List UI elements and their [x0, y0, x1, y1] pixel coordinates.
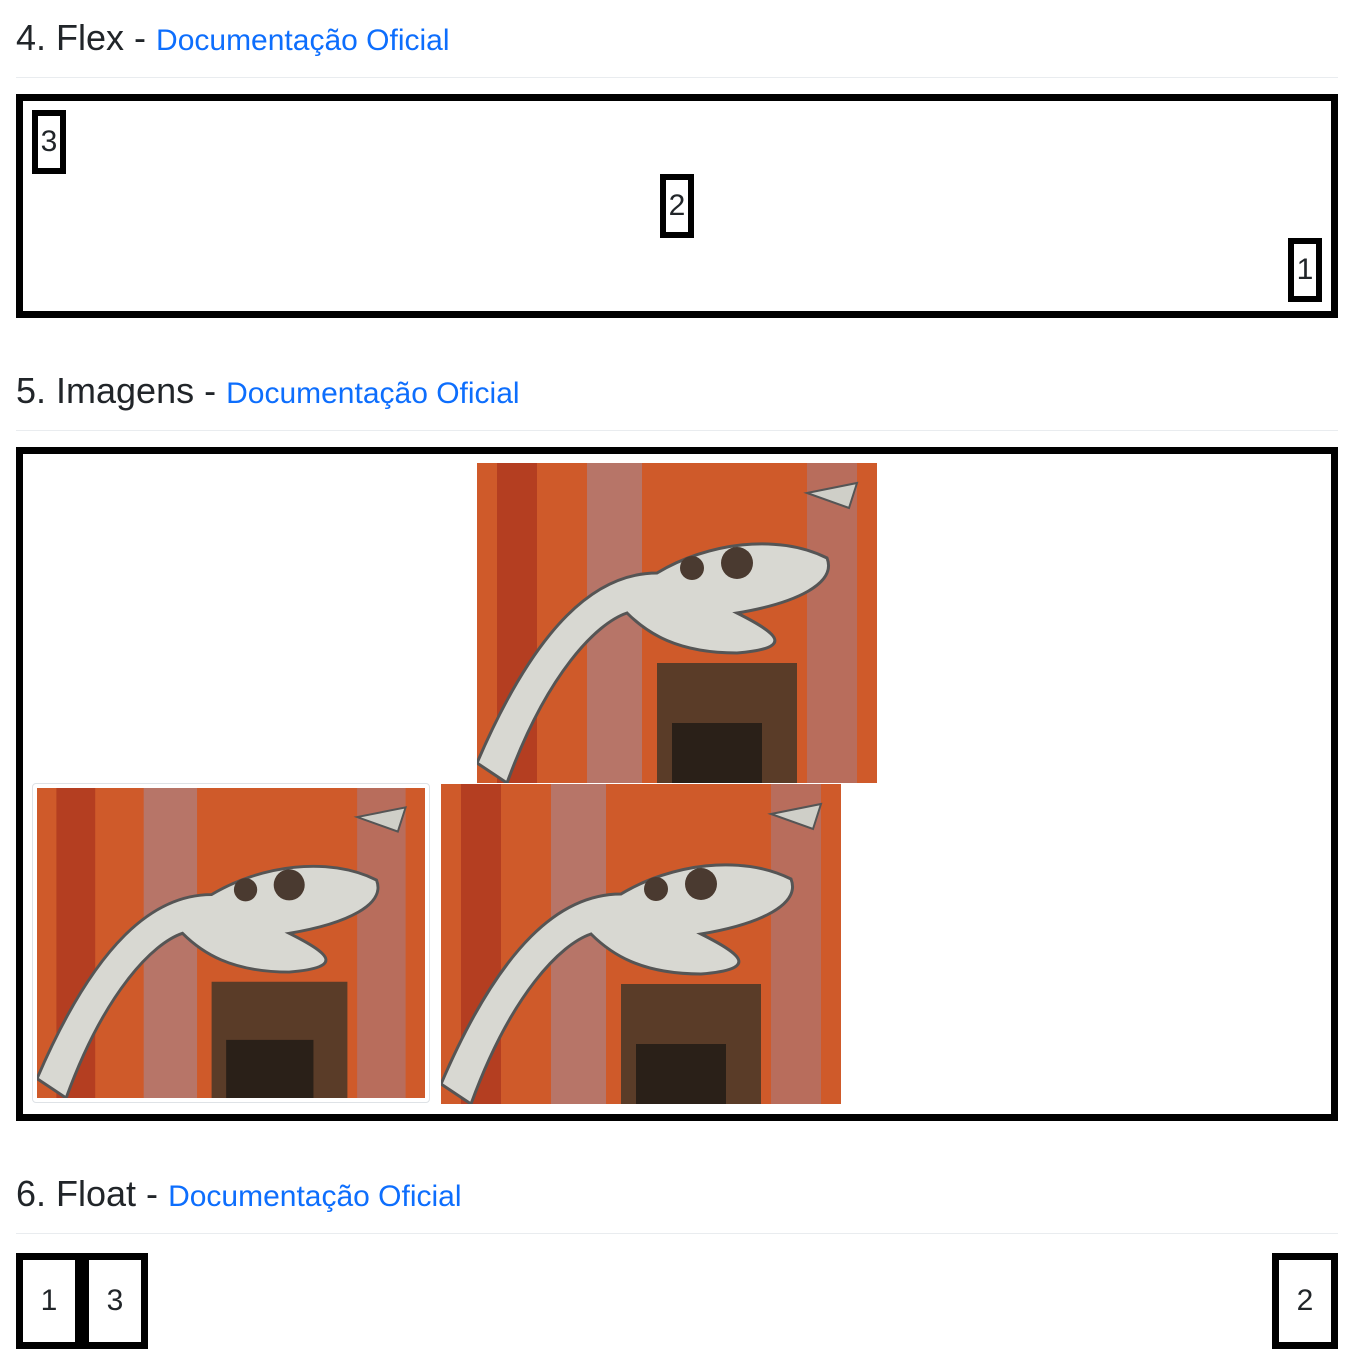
flex-title-text: 4. Flex -	[16, 17, 157, 58]
flex-docs-link[interactable]: Documentação Oficial	[156, 24, 449, 57]
float-item-2: 2	[1272, 1253, 1338, 1349]
dinosaur-image-thumbnail	[32, 783, 430, 1103]
float-container: 1 3 2	[16, 1253, 1338, 1353]
images-section-title: 5. Imagens - Documentação Oficial	[16, 371, 520, 414]
flex-container: 1 2 3	[16, 94, 1338, 318]
float-section-title: 6. Float - Documentação Oficial	[16, 1174, 462, 1217]
dinosaur-thumbnail-photo	[37, 788, 425, 1098]
images-title-text: 5. Imagens -	[16, 370, 227, 411]
images-docs-link[interactable]: Documentação Oficial	[226, 377, 519, 410]
flex-divider	[16, 77, 1338, 78]
float-divider	[16, 1233, 1338, 1234]
images-container	[16, 447, 1338, 1121]
dinosaur-image-plain	[441, 784, 841, 1104]
float-item-3: 3	[82, 1253, 148, 1349]
float-docs-link[interactable]: Documentação Oficial	[168, 1180, 461, 1213]
dinosaur-image-centered	[477, 463, 877, 783]
images-divider	[16, 430, 1338, 431]
float-title-text: 6. Float -	[16, 1173, 169, 1214]
flex-item-2: 2	[660, 174, 694, 238]
float-item-1: 1	[16, 1253, 82, 1349]
flex-item-3: 3	[32, 110, 66, 174]
flex-section-title: 4. Flex - Documentação Oficial	[16, 18, 450, 61]
flex-item-1: 1	[1288, 238, 1322, 302]
